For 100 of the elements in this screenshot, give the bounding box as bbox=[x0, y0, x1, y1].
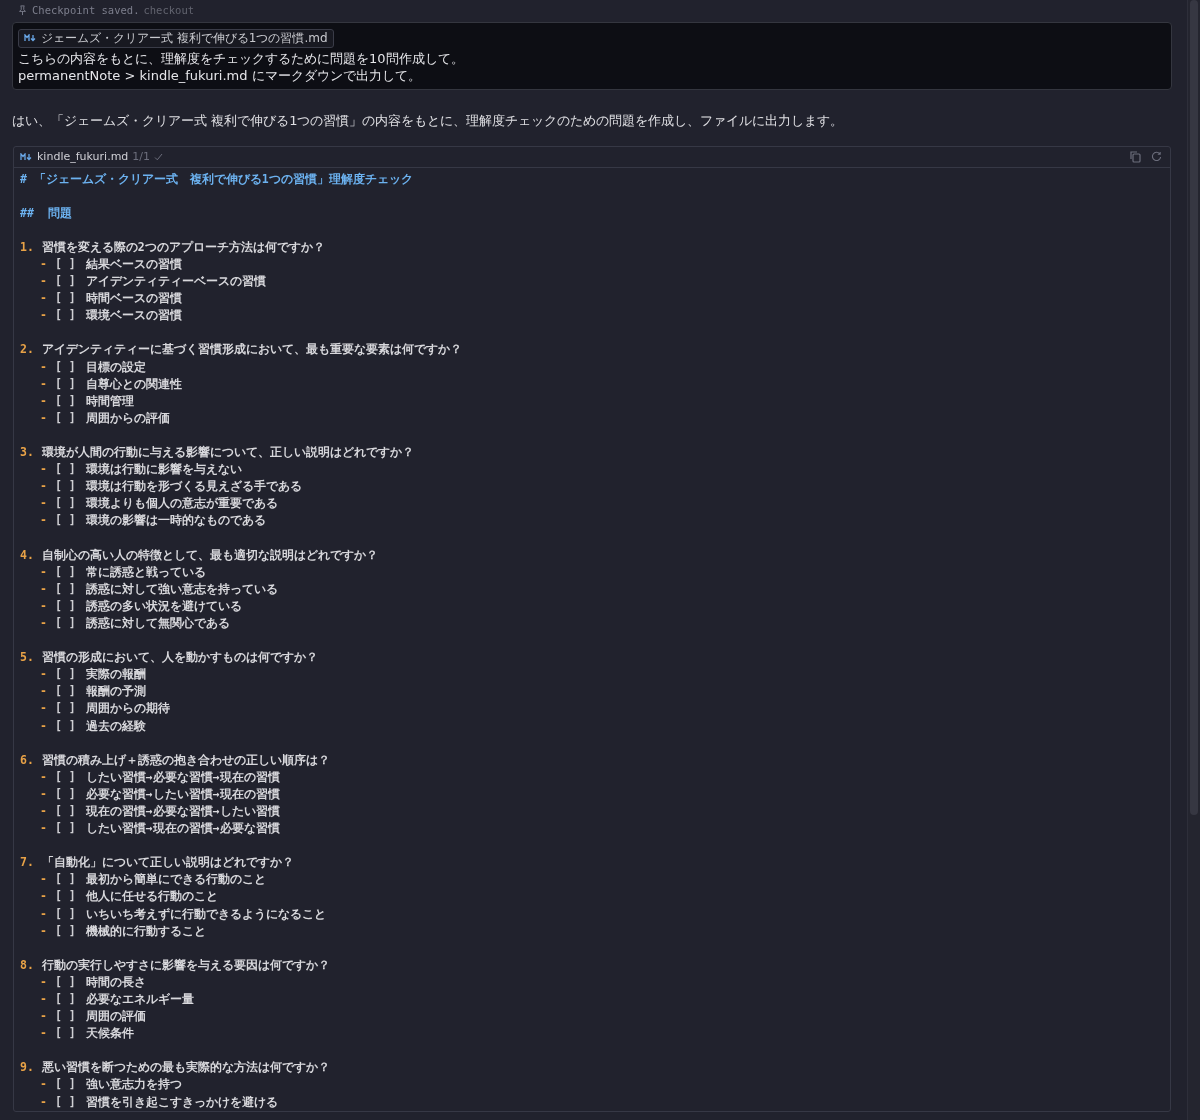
option-text: 習慣を引き起こすきっかけを避ける bbox=[85, 1094, 278, 1109]
option-text: 実際の報酬 bbox=[85, 667, 146, 682]
option-text: 最初から簡単にできる行動のこと bbox=[85, 872, 266, 887]
option-text: 周囲の評価 bbox=[85, 1009, 146, 1024]
list-bullet: - bbox=[40, 496, 47, 511]
question-number: 6. bbox=[20, 752, 34, 767]
question-text: 「自動化」について正しい説明はどれですか？ bbox=[41, 855, 294, 870]
list-bullet: - bbox=[40, 701, 47, 716]
task-marker-text: [ ] bbox=[54, 906, 76, 921]
list-bullet: - bbox=[40, 564, 47, 579]
list-bullet: - bbox=[40, 581, 47, 596]
list-bullet: - bbox=[40, 821, 47, 836]
list-bullet: - bbox=[40, 974, 47, 989]
option-text: 環境ベースの習慣 bbox=[85, 308, 182, 323]
attachment-chip[interactable]: ジェームズ・クリアー式 複利で伸びる1つの習慣.md bbox=[18, 28, 334, 48]
question-text: 習慣の形成において、人を動かすものは何ですか？ bbox=[41, 650, 318, 665]
list-bullet: - bbox=[40, 513, 47, 528]
option-text: 環境は行動を形づくる見えざる手である bbox=[85, 479, 302, 494]
list-bullet: - bbox=[40, 598, 47, 613]
question-text: 環境が人間の行動に与える影響について、正しい説明はどれですか？ bbox=[41, 445, 414, 459]
task-marker-text: [ ] bbox=[54, 803, 76, 818]
option-text: 現在の習慣→必要な習慣→したい習慣 bbox=[85, 803, 280, 818]
markdown-icon bbox=[20, 152, 33, 161]
list-bullet: - bbox=[40, 1026, 47, 1041]
option-text: 機械的に行動すること bbox=[85, 923, 206, 938]
option-text: したい習慣→現在の習慣→必要な習慣 bbox=[85, 821, 280, 836]
task-marker-text: [ ] bbox=[54, 992, 76, 1006]
list-bullet: - bbox=[40, 1094, 47, 1109]
list-bullet: - bbox=[40, 479, 47, 494]
task-marker-text: [ ] bbox=[54, 359, 76, 374]
option-text: アイデンティティーベースの習慣 bbox=[85, 274, 266, 289]
question-number: 4. bbox=[20, 547, 34, 562]
option-text: 結果ベースの習慣 bbox=[85, 256, 182, 271]
list-bullet: - bbox=[40, 889, 47, 904]
list-bullet: - bbox=[40, 359, 47, 374]
task-marker-text: [ ] bbox=[54, 701, 76, 716]
question-number: 7. bbox=[20, 855, 34, 870]
markdown-heading: # 「ジェームズ・クリアー式 複利で伸びる1つの習慣」理解度チェック bbox=[20, 170, 414, 188]
task-marker-text: [ ] bbox=[54, 376, 76, 391]
option-text: 強い意志力を持つ bbox=[85, 1077, 182, 1092]
markdown-icon bbox=[24, 34, 37, 42]
reply-text: はい、「ジェームズ・クリアー式 複利で伸びる1つの習慣」の内容をもとに、理解度チェックのための問題を作成し、ファイルに出力します。 bbox=[12, 111, 845, 130]
option-text: 誘惑の多い状況を避けている bbox=[85, 598, 242, 613]
option-text: 誘惑に対して無関心である bbox=[85, 615, 230, 630]
option-text: 常に誘惑と戦っている bbox=[85, 564, 206, 579]
file-name: kindle_fukuri.md bbox=[37, 150, 129, 163]
check-icon bbox=[154, 152, 164, 161]
task-marker-text: [ ] bbox=[54, 769, 76, 784]
checkpoint-label: Checkpoint saved. bbox=[32, 4, 140, 16]
question-text: 習慣の積み上げ＋誘惑の抱き合わせの正しい順序は？ bbox=[41, 752, 330, 767]
list-bullet: - bbox=[40, 923, 47, 938]
task-marker-text: [ ] bbox=[54, 1009, 76, 1024]
list-bullet: - bbox=[40, 786, 47, 801]
question-number: 5. bbox=[20, 650, 34, 665]
question-text: 悪い習慣を断つための最も実際的な方法は何ですか？ bbox=[41, 1060, 330, 1075]
list-bullet: - bbox=[40, 684, 47, 699]
option-text: 時間ベースの習慣 bbox=[85, 291, 182, 306]
task-marker-text: [ ] bbox=[54, 872, 76, 887]
markdown-subheading: ## 問題 bbox=[20, 204, 73, 222]
task-marker-text: [ ] bbox=[54, 410, 76, 425]
task-marker-text: [ ] bbox=[54, 1077, 76, 1092]
question-text: 自制心の高い人の特徴として、最も適切な説明はどれですか？ bbox=[41, 547, 378, 562]
option-text: 天候条件 bbox=[85, 1026, 134, 1041]
task-marker-text: [ ] bbox=[54, 496, 76, 511]
copy-icon[interactable] bbox=[1130, 150, 1141, 163]
option-text: 過去の経験 bbox=[85, 718, 146, 733]
list-bullet: - bbox=[40, 872, 47, 887]
list-bullet: - bbox=[40, 769, 47, 784]
task-marker-text: [ ] bbox=[54, 718, 76, 733]
option-text: 必要な習慣→したい習慣→現在の習慣 bbox=[85, 786, 280, 801]
task-marker-text: [ ] bbox=[54, 821, 76, 836]
task-marker-text: [ ] bbox=[54, 598, 76, 613]
refresh-icon[interactable] bbox=[1151, 151, 1162, 162]
question-text: アイデンティティーに基づく習慣形成において、最も重要な要素は何ですか？ bbox=[41, 342, 462, 357]
option-text: 時間の長さ bbox=[85, 974, 146, 989]
task-marker-text: [ ] bbox=[54, 564, 76, 579]
task-marker-text: [ ] bbox=[54, 615, 76, 630]
list-bullet: - bbox=[40, 906, 47, 921]
task-marker-text: [ ] bbox=[54, 393, 76, 408]
option-text: 周囲からの評価 bbox=[85, 410, 170, 425]
task-marker-text: [ ] bbox=[54, 256, 76, 271]
option-text: 誘惑に対して強い意志を持っている bbox=[85, 581, 278, 596]
question-number: 3. bbox=[20, 445, 34, 459]
task-marker-text: [ ] bbox=[54, 291, 76, 306]
list-bullet: - bbox=[40, 1077, 47, 1092]
question-text: 行動の実行しやすさに影響を与える要因は何ですか？ bbox=[41, 957, 330, 972]
message-line: permanentNote > kindle_fukuri.md にマークダウンで出力して。 bbox=[18, 66, 422, 84]
option-text: したい習慣→必要な習慣→現在の習慣 bbox=[85, 769, 280, 784]
task-marker-text: [ ] bbox=[54, 513, 76, 528]
list-bullet: - bbox=[40, 1009, 47, 1024]
option-text: 他人に任せる行動のこと bbox=[85, 889, 218, 904]
question-text: 習慣を変える際の2つのアプローチ方法は何ですか？ bbox=[41, 239, 325, 254]
option-text: 周囲からの期待 bbox=[85, 701, 170, 716]
attachment-name: ジェームズ・クリアー式 複利で伸びる1つの習慣.md bbox=[41, 29, 328, 47]
task-marker-text: [ ] bbox=[54, 1026, 76, 1041]
option-text: 必要なエネルギー量 bbox=[85, 992, 194, 1006]
list-bullet: - bbox=[40, 291, 47, 306]
list-bullet: - bbox=[40, 667, 47, 682]
list-bullet: - bbox=[40, 462, 47, 477]
task-marker-text: [ ] bbox=[54, 581, 76, 596]
